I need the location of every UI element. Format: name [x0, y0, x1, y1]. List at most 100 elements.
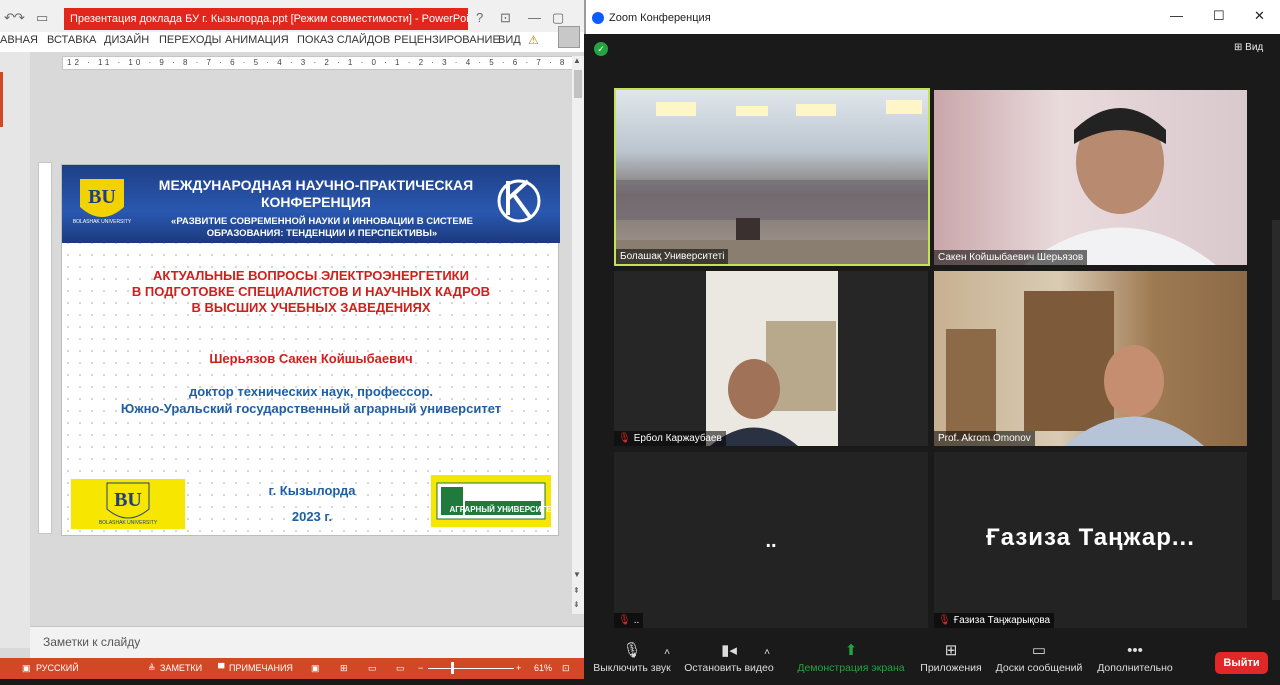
- stop-video-button[interactable]: ▮◂ Остановить видео: [684, 640, 774, 674]
- slideshow-view-icon[interactable]: ▭: [396, 663, 405, 674]
- ppt-statusbar: ▣ РУССКИЙ ≜ ЗАМЕТКИ ▀ ПРИМЕЧАНИЯ ▣ ⊞ ▭ ▭…: [0, 658, 584, 679]
- language-status[interactable]: РУССКИЙ: [36, 663, 79, 673]
- close-icon[interactable]: ✕: [1254, 8, 1265, 24]
- tab-insert[interactable]: ВСТАВКА: [47, 34, 96, 46]
- participant-avatar-text: ..: [765, 530, 777, 552]
- conference-title-line1: МЕЖДУНАРОДНАЯ НАУЧНО-ПРАКТИЧЕСКАЯ: [158, 177, 474, 193]
- zoom-titlebar: Zoom Конференция — ☐ ✕: [584, 0, 1280, 34]
- vertical-scrollbar[interactable]: ▲ ▼ ⇞ ⇟: [572, 56, 584, 614]
- scroll-up-icon[interactable]: ▲: [573, 56, 581, 65]
- notes-pane[interactable]: Заметки к слайду: [30, 626, 584, 658]
- more-icon: •••: [1127, 642, 1143, 659]
- taskbar-fragment: [0, 679, 584, 685]
- comments-icon[interactable]: ▀: [218, 663, 224, 673]
- author-name: Шерьязов Сакен Койшыбаевич: [209, 351, 413, 366]
- redo-icon[interactable]: ↷: [14, 10, 25, 26]
- maximize-icon[interactable]: ☐: [1213, 8, 1225, 24]
- tab-review[interactable]: РЕЦЕНЗИРОВАНИЕ: [394, 34, 500, 46]
- participant-tile-2[interactable]: Сакен Койшыбаевич Шерьязов: [934, 90, 1247, 265]
- warning-icon[interactable]: ⚠: [528, 33, 539, 47]
- security-shield-icon[interactable]: ✓: [594, 42, 608, 56]
- maximize-icon[interactable]: ▢: [552, 10, 564, 26]
- author-degree: доктор технических наук, профессор.: [188, 384, 434, 399]
- slide-city: г. Кызылорда: [268, 483, 356, 498]
- participant-tile-3[interactable]: 🎙︎ Ербол Каржаубаев: [614, 271, 928, 446]
- leave-button[interactable]: Выйти: [1215, 652, 1268, 674]
- participant-tile-4[interactable]: Prof. Akrom Omonov: [934, 271, 1247, 446]
- whiteboards-button[interactable]: ▭ Доски сообщений: [992, 640, 1086, 674]
- svg-text:BOLASHAK UNIVERSITY: BOLASHAK UNIVERSITY: [99, 520, 158, 526]
- help-icon[interactable]: ?: [476, 10, 483, 25]
- participant-tile-6[interactable]: Ғазиза Таңжар... 🎙︎ Ғазиза Таңжарықова: [934, 452, 1247, 628]
- participant-tile-5[interactable]: .. 🎙︎..: [614, 452, 928, 628]
- muted-mic-icon: 🎙︎: [618, 615, 631, 626]
- zoom-window-title: Zoom Конференция: [609, 12, 711, 24]
- participant-name: 🎙︎..: [614, 613, 644, 628]
- bolashak-logo: BU BOLASHAK UNIVERSITY: [73, 179, 132, 225]
- notes-toggle[interactable]: ЗАМЕТКИ: [160, 663, 202, 673]
- participant-tile-1[interactable]: Болашақ Университеті: [614, 88, 930, 266]
- view-label: Вид: [1245, 42, 1264, 53]
- bolashak-logo-bottom: BU BOLASHAK UNIVERSITY: [71, 479, 185, 529]
- chevron-up-icon[interactable]: ˄: [664, 646, 670, 658]
- camera-icon: ▮◂: [721, 642, 737, 659]
- zoom-logo-icon: [592, 12, 604, 24]
- scrollbar-thumb[interactable]: [574, 70, 582, 98]
- share-screen-button[interactable]: ⬆ Демонстрация экрана: [796, 640, 906, 674]
- next-slide-icon[interactable]: ⇟: [573, 600, 580, 609]
- topic-line2: В ПОДГОТОВКЕ СПЕЦИАЛИСТОВ И НАУЧНЫХ КАДР…: [131, 284, 491, 299]
- mute-button[interactable]: 🎙︎ Выключить звук: [592, 640, 672, 674]
- microphone-icon: 🎙︎: [622, 642, 642, 659]
- chevron-up-icon[interactable]: ˄: [764, 646, 770, 658]
- slide-canvas[interactable]: BU BOLASHAK UNIVERSITY МЕЖДУНАРОДНАЯ НАУ…: [61, 164, 560, 536]
- agro-university-logo: АГРАРНЫЙ УНИВЕРСИТЕТ: [431, 475, 557, 527]
- tab-view[interactable]: ВИД: [498, 34, 521, 46]
- fit-slide-icon[interactable]: ⊡: [562, 663, 570, 674]
- minimize-icon[interactable]: —: [528, 10, 541, 25]
- zoom-toolbar: 🎙︎ Выключить звук ˄ ▮◂ Остановить видео ˄ …: [584, 636, 1280, 685]
- topic-line1: АКТУАЛЬНЫЕ ВОПРОСЫ ЭЛЕКТРОЭНЕРГЕТИКИ: [153, 268, 469, 283]
- muted-mic-icon: 🎙︎: [618, 433, 631, 444]
- account-avatar[interactable]: [558, 26, 580, 48]
- zoom-slider-track[interactable]: [428, 668, 514, 669]
- reading-view-icon[interactable]: ▭: [368, 663, 377, 674]
- zoom-out-icon[interactable]: −: [418, 663, 423, 673]
- tab-slideshow[interactable]: ПОКАЗ СЛАЙДОВ: [297, 34, 390, 46]
- notes-icon[interactable]: ≜: [148, 663, 156, 674]
- participant-video: [706, 271, 838, 446]
- tab-transitions[interactable]: ПЕРЕХОДЫ: [159, 34, 221, 46]
- notes-placeholder: Заметки к слайду: [43, 635, 141, 649]
- scroll-down-icon[interactable]: ▼: [573, 570, 581, 579]
- tab-home[interactable]: АВНАЯ: [0, 34, 38, 46]
- participant-name: 🎙︎ Ербол Каржаубаев: [614, 431, 726, 446]
- vertical-ruler: [38, 162, 52, 534]
- slide-year: 2023 г.: [291, 509, 333, 524]
- sorter-view-icon[interactable]: ⊞: [340, 663, 348, 674]
- topic-line3: В ВЫСШИХ УЧЕБНЫХ ЗАВЕДЕНИЯХ: [191, 300, 431, 315]
- svg-text:АГРАРНЫЙ УНИВЕРСИТЕТ: АГРАРНЫЙ УНИВЕРСИТЕТ: [449, 505, 551, 514]
- apps-icon: ⊞: [944, 642, 958, 659]
- zoom-slider-handle[interactable]: [451, 662, 454, 674]
- korkyt-university-logo: [497, 179, 541, 223]
- tab-animation[interactable]: АНИМАЦИЯ: [225, 34, 289, 46]
- prev-slide-icon[interactable]: ⇞: [573, 586, 580, 595]
- minimize-icon[interactable]: —: [1170, 8, 1183, 23]
- tab-design[interactable]: ДИЗАЙН: [104, 34, 149, 46]
- view-toggle[interactable]: ⊞ Вид: [1234, 42, 1263, 53]
- comments-toggle[interactable]: ПРИМЕЧАНИЯ: [229, 663, 293, 673]
- language-icon[interactable]: ▣: [22, 663, 31, 674]
- more-button[interactable]: ••• Дополнительно: [1094, 640, 1176, 674]
- svg-text:BU: BU: [114, 489, 142, 511]
- normal-view-icon[interactable]: ▣: [311, 663, 320, 674]
- apps-button[interactable]: ⊞ Приложения: [916, 640, 986, 674]
- slide-thumbnails-pane[interactable]: [0, 52, 30, 648]
- ppt-window-title: Презентация доклада БУ г. Кызылорда.ppt …: [64, 8, 468, 30]
- start-from-beginning-icon[interactable]: ▭: [36, 10, 48, 26]
- zoom-scrollbar[interactable]: [1272, 220, 1280, 600]
- author-university: Южно-Уральский государственный аграрный …: [120, 401, 502, 416]
- zoom-in-icon[interactable]: +: [516, 663, 521, 673]
- ribbon-display-icon[interactable]: ⊡: [500, 10, 511, 26]
- zoom-level[interactable]: 61%: [534, 663, 552, 673]
- slide-editor: 12 · 11 · 10 · 9 · 8 · 7 · 6 · 5 · 4 · 3…: [30, 52, 584, 626]
- svg-text:BU: BU: [88, 186, 116, 208]
